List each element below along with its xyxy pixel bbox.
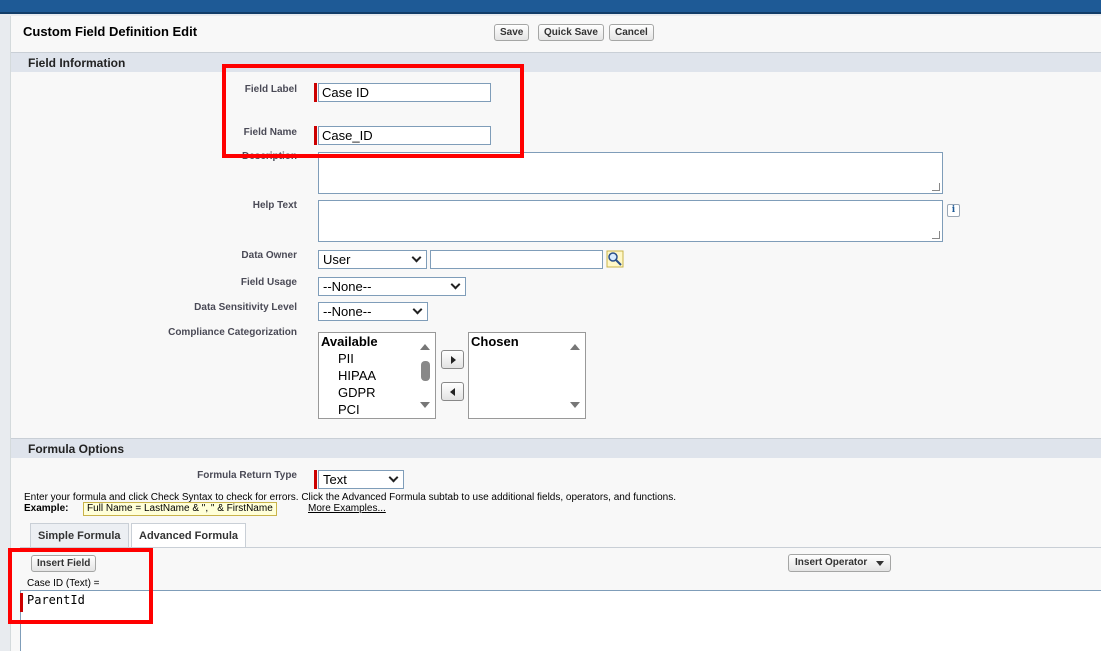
example-label: Example:: [24, 503, 69, 514]
list-item[interactable]: PCI: [338, 402, 360, 417]
required-marker: [314, 470, 317, 489]
insert-operator-button[interactable]: Insert Operator: [788, 554, 891, 572]
annotation-box: [222, 64, 524, 158]
field-usage-select[interactable]: --None--: [318, 277, 466, 296]
description-textarea[interactable]: [318, 152, 943, 194]
tab-advanced-formula[interactable]: Advanced Formula: [131, 523, 247, 548]
chosen-listbox[interactable]: Chosen: [468, 332, 586, 419]
data-sensitivity-select[interactable]: --None--: [318, 302, 428, 321]
scroll-down-icon[interactable]: [420, 402, 430, 408]
arrow-left-icon: [450, 388, 455, 396]
page-title: Custom Field Definition Edit: [23, 24, 198, 39]
scroll-up-icon[interactable]: [570, 344, 580, 350]
list-item[interactable]: GDPR: [338, 385, 376, 400]
cancel-button[interactable]: Cancel: [609, 24, 654, 41]
return-type-select[interactable]: Text: [318, 470, 404, 489]
chosen-header: Chosen: [471, 334, 519, 349]
section-title: Field Information: [28, 56, 126, 70]
available-listbox[interactable]: Available PII HIPAA GDPR PCI: [318, 332, 436, 419]
chevron-down-icon: [412, 304, 423, 315]
more-examples-link[interactable]: More Examples...: [308, 503, 386, 514]
formula-options-header: Formula Options: [11, 438, 1101, 458]
remove-from-chosen-button[interactable]: [441, 382, 464, 401]
return-type-selected: Text: [323, 472, 347, 487]
formula-editor[interactable]: ParentId: [20, 590, 1101, 651]
field-usage-selected: --None--: [323, 279, 372, 294]
info-icon[interactable]: i: [947, 204, 960, 217]
compliance-label: Compliance Categorization: [168, 327, 297, 338]
resize-handle[interactable]: [932, 231, 940, 239]
chevron-down-icon: [411, 252, 422, 263]
data-owner-selected: User: [323, 252, 351, 267]
quick-save-button[interactable]: Quick Save: [538, 24, 604, 41]
annotation-box: [8, 548, 153, 624]
save-button[interactable]: Save: [494, 24, 530, 41]
scroll-down-icon[interactable]: [570, 402, 580, 408]
data-owner-select[interactable]: User: [318, 250, 427, 269]
scrollbar-thumb[interactable]: [421, 361, 430, 381]
tab-divider: [20, 547, 1101, 548]
chevron-down-icon: [450, 279, 461, 290]
help-text-textarea[interactable]: [318, 200, 943, 242]
data-sensitivity-label: Data Sensitivity Level: [194, 302, 297, 313]
resize-handle[interactable]: [932, 183, 940, 191]
field-usage-label: Field Usage: [240, 277, 297, 288]
example-value: Full Name = LastName & ", " & FirstName: [83, 502, 277, 516]
return-type-label: Formula Return Type: [197, 470, 297, 481]
chevron-down-icon: [388, 472, 399, 483]
list-item[interactable]: PII: [338, 351, 354, 366]
field-information-header: Field Information: [11, 52, 1101, 72]
tab-simple-formula[interactable]: Simple Formula: [30, 523, 129, 548]
data-sensitivity-selected: --None--: [323, 304, 372, 319]
available-header: Available: [321, 334, 378, 349]
insert-operator-label: Insert Operator: [795, 557, 868, 568]
scroll-up-icon[interactable]: [420, 344, 430, 350]
add-to-chosen-button[interactable]: [441, 350, 464, 369]
help-text-label: Help Text: [252, 200, 297, 211]
list-item[interactable]: HIPAA: [338, 368, 376, 383]
top-banner: [0, 0, 1101, 14]
data-owner-label: Data Owner: [241, 250, 297, 261]
magnifier-lookup-icon[interactable]: [606, 250, 624, 268]
page-content: Custom Field Definition Edit Save Quick …: [10, 16, 1101, 651]
chevron-down-icon: [876, 561, 884, 566]
section-title: Formula Options: [28, 442, 124, 456]
arrow-right-icon: [451, 356, 456, 364]
data-owner-lookup-input[interactable]: [430, 250, 603, 269]
